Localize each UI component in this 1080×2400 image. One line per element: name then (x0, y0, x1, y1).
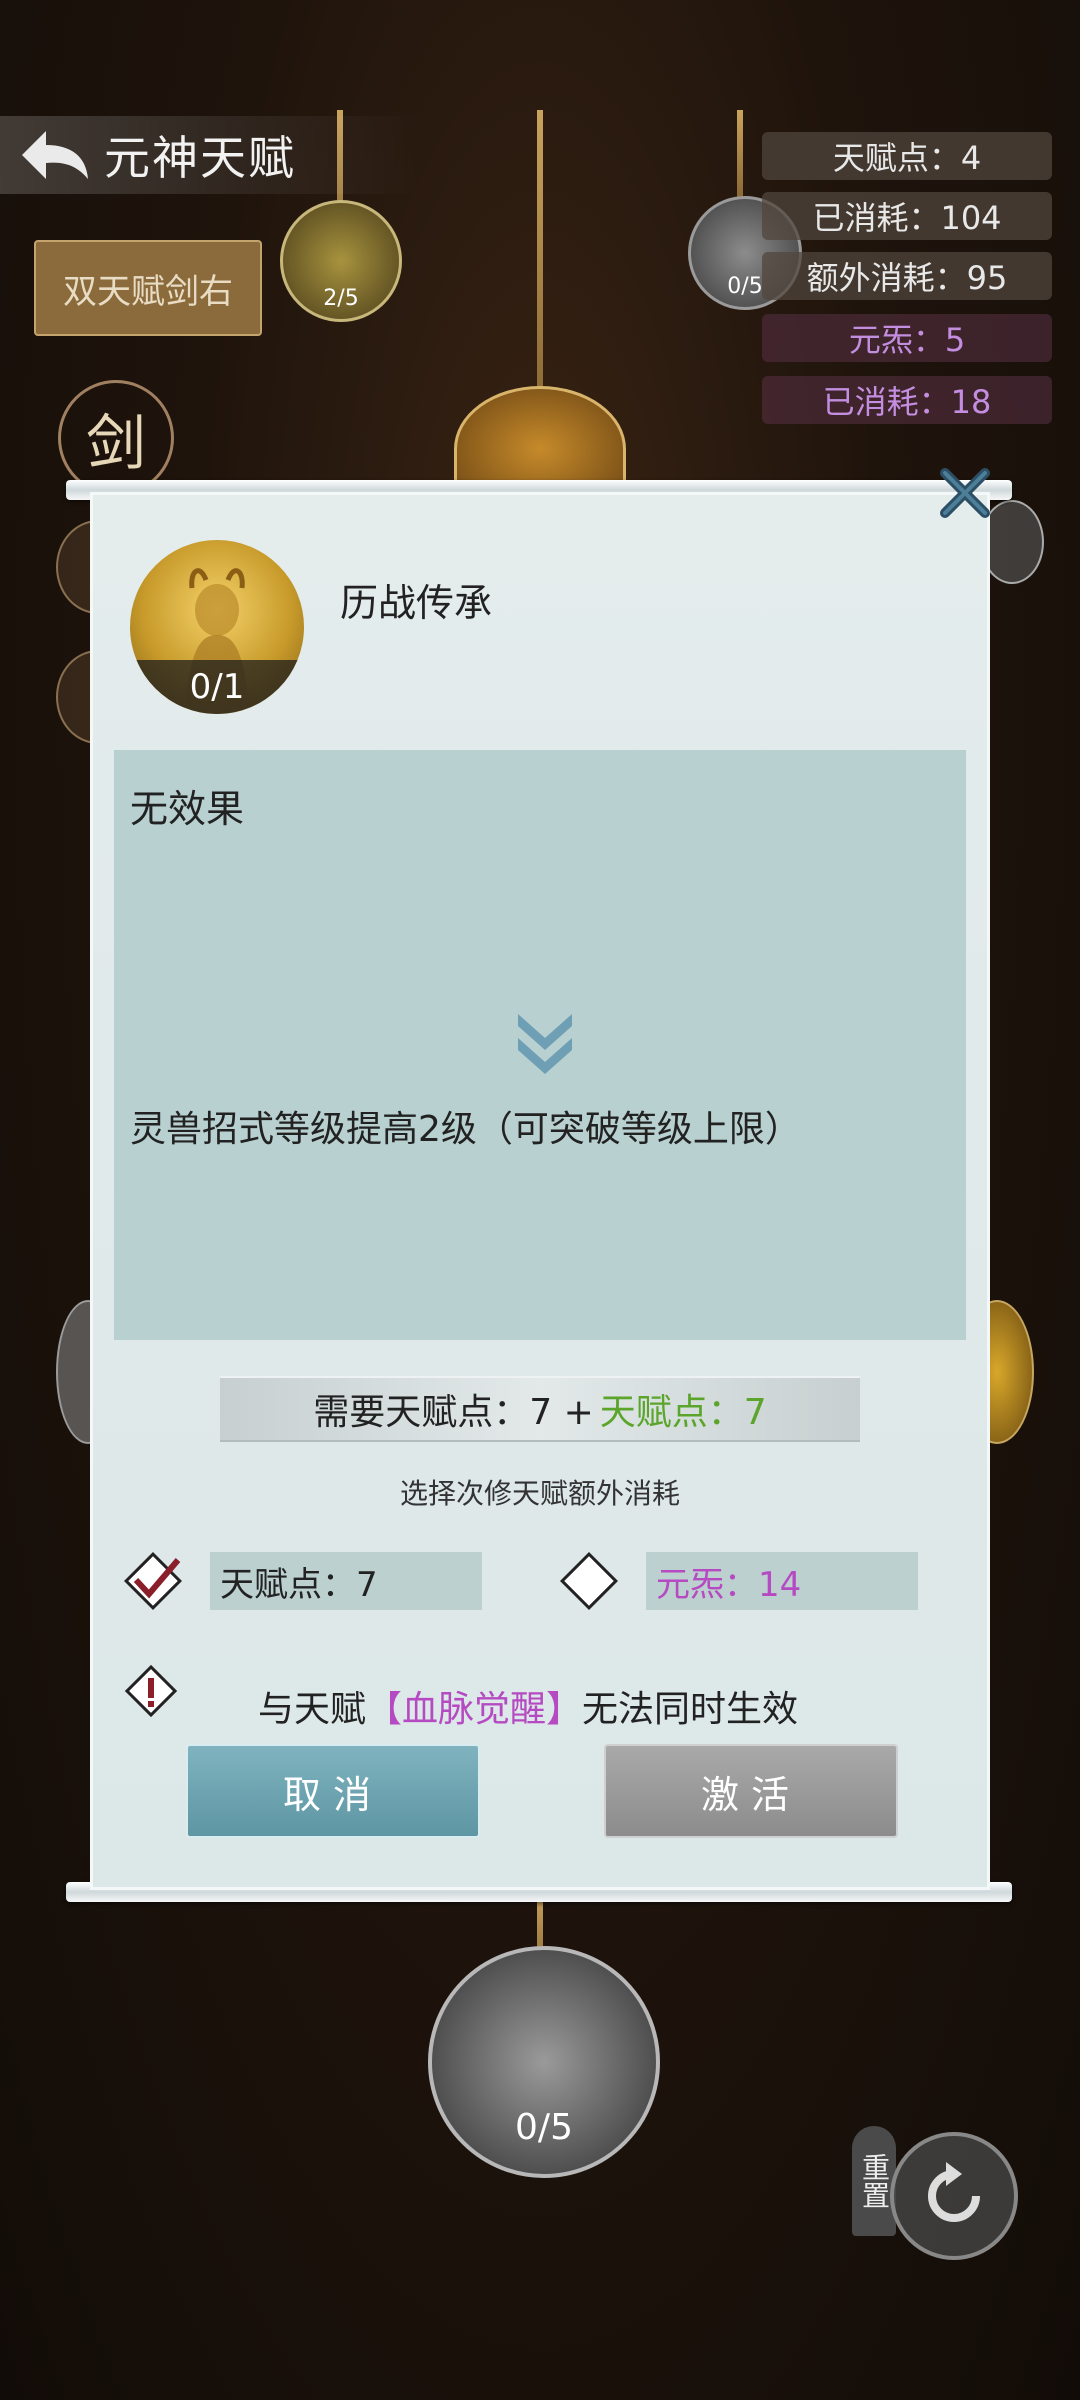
reset-button[interactable] (890, 2132, 1018, 2260)
warning-icon (124, 1664, 178, 1718)
dual-talent-button[interactable]: 双天赋剑右 (34, 240, 262, 336)
next-effect: 灵兽招式等级提高2级（可突破等级上限） (130, 1109, 801, 1150)
activate-button[interactable]: 激活 (604, 1744, 898, 1838)
sword-icon[interactable]: 剑 (58, 380, 174, 496)
need-label: 需要天赋点：7 + (313, 1392, 594, 1433)
current-effect: 无效果 (130, 787, 245, 831)
conflict-warning: 与天赋【血脉觉醒】无法同时生效 (258, 1680, 798, 1732)
stat-yuansha-consumed: 已消耗：18 (762, 376, 1052, 424)
back-arrow-icon[interactable] (14, 120, 94, 190)
effect-panel: 无效果 灵兽招式等级提高2级（可突破等级上限） (114, 750, 966, 1340)
option-talent-points[interactable]: 天赋点：7 (210, 1552, 482, 1610)
option-yuansha[interactable]: 元炁：14 (646, 1552, 918, 1610)
reset-label: 重置 (852, 2126, 896, 2236)
close-icon[interactable] (930, 458, 1000, 528)
stat-talent-points: 天赋点：4 (762, 132, 1052, 180)
talent-node[interactable]: 2/5 (280, 200, 402, 322)
talent-avatar: 0/1 (130, 540, 304, 714)
node-progress: 0/5 (515, 2107, 573, 2148)
stat-consumed: 已消耗：104 (762, 192, 1052, 240)
talent-dialog: 0/1 历战传承 无效果 灵兽招式等级提高2级（可突破等级上限） 需要天赋点：7… (90, 492, 990, 1890)
node-progress: 0/5 (727, 274, 763, 299)
warn-prefix: 与天赋 (258, 1689, 367, 1730)
avatar-progress: 0/1 (130, 660, 304, 714)
refresh-icon (928, 2162, 980, 2222)
required-points-bar: 需要天赋点：7 + 天赋点：7 (220, 1376, 860, 1442)
talent-name: 历战传承 (340, 581, 493, 625)
cancel-button[interactable]: 取消 (186, 1744, 480, 1838)
unchecked-diamond-checkbox[interactable] (558, 1550, 620, 1612)
choose-hint: 选择次修天赋额外消耗 (399, 1477, 680, 1510)
need-green-label: 天赋点：7 (599, 1392, 767, 1433)
page-title: 元神天赋 (104, 131, 296, 185)
talent-node[interactable]: 0/5 (428, 1946, 660, 2178)
stat-extra-consumed: 额外消耗：95 (762, 252, 1052, 300)
warn-talent-name: 【血脉觉醒】 (366, 1689, 583, 1730)
stat-yuansha: 元炁：5 (762, 314, 1052, 362)
warn-suffix: 无法同时生效 (582, 1689, 799, 1730)
node-progress: 2/5 (323, 286, 359, 311)
header-bar: 元神天赋 (0, 116, 420, 194)
checked-diamond-checkbox[interactable] (122, 1550, 184, 1612)
double-chevron-down-icon (518, 1014, 572, 1074)
